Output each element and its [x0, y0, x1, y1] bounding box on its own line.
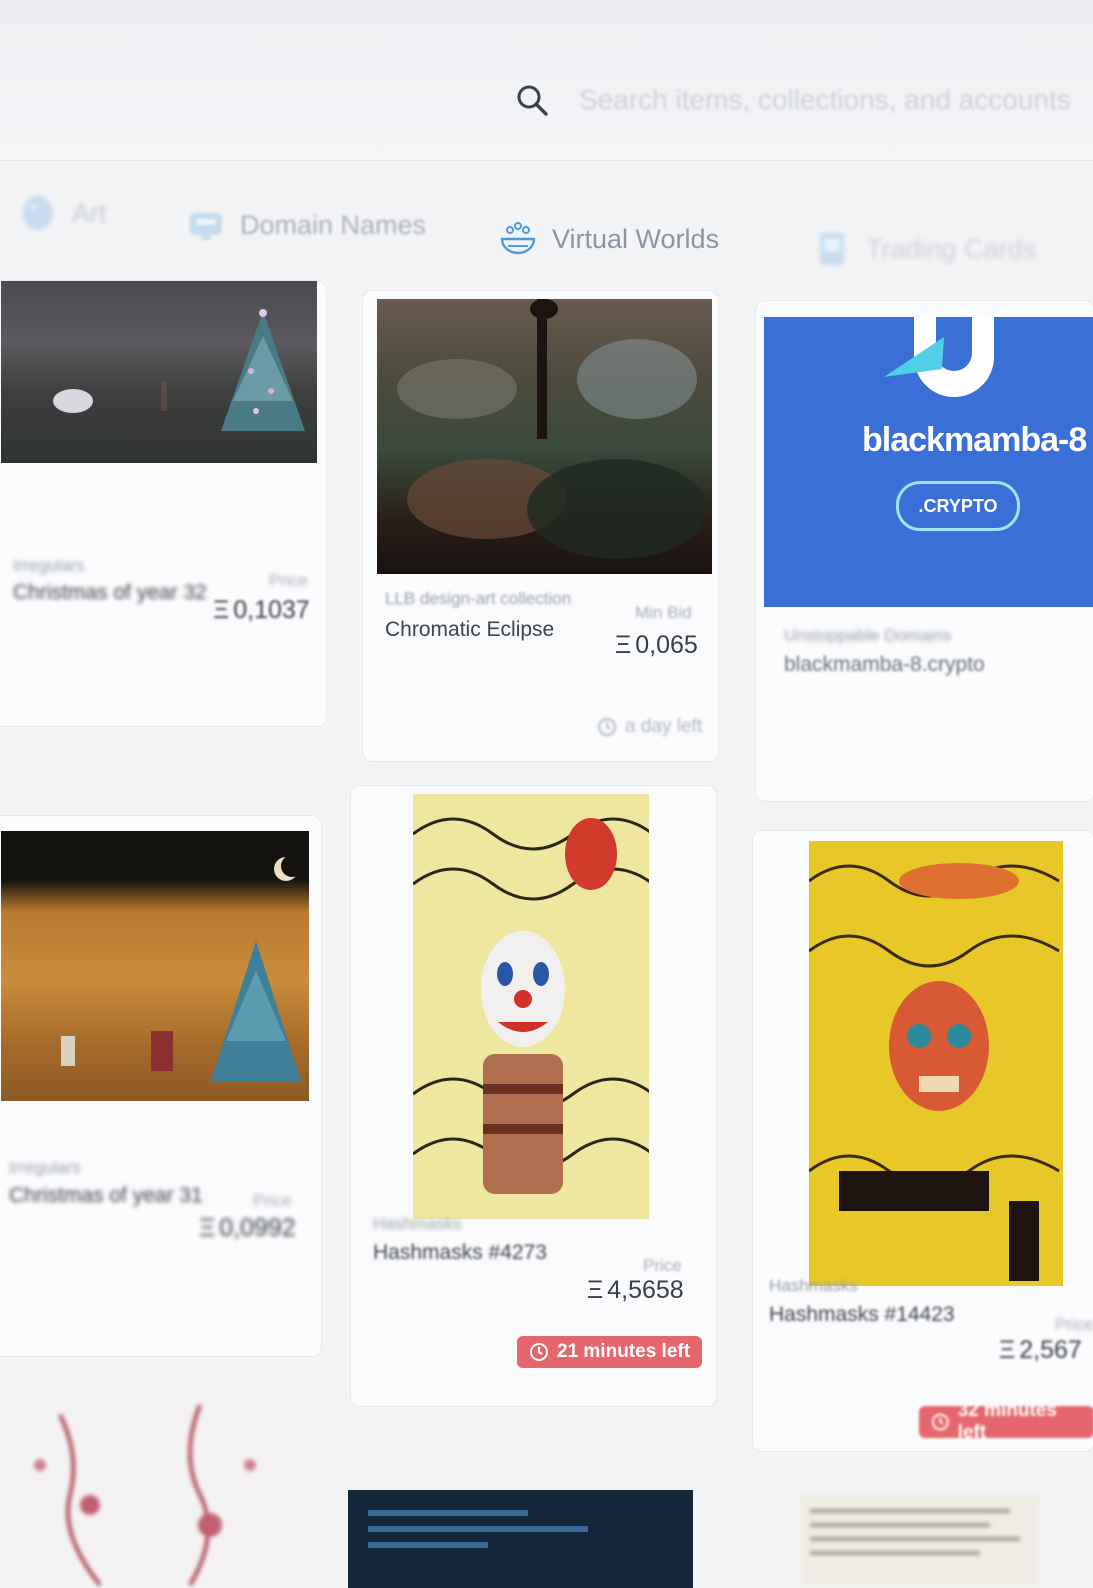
trading-cards-icon	[820, 233, 844, 265]
top-header	[0, 0, 1093, 161]
nft-thumbnail[interactable]	[800, 1495, 1040, 1588]
search-bar[interactable]	[515, 72, 1093, 128]
collection-name[interactable]: Hashmasks	[373, 1214, 462, 1234]
nft-thumbnail[interactable]	[413, 794, 649, 1219]
item-name[interactable]: Chromatic Eclipse	[385, 618, 554, 642]
domain-art-badge: .CRYPTO	[896, 481, 1020, 531]
eth-icon: Ξ	[199, 1214, 216, 1242]
collection-name[interactable]: Unstoppable Domains	[784, 626, 951, 646]
christmas-tree-icon	[53, 309, 305, 431]
virtual-worlds-icon	[500, 222, 536, 255]
price-label: Price	[253, 1191, 292, 1210]
domain-art-title: blackmamba-8	[862, 421, 1087, 459]
nft-card[interactable]: Hashmasks Hashmasks #14423 Price Ξ 2,567 …	[752, 830, 1093, 1452]
collection-name[interactable]: Irregulars	[13, 556, 85, 576]
nft-thumbnail[interactable]	[1, 831, 309, 1101]
clock-icon	[530, 1343, 548, 1361]
item-name[interactable]: Hashmasks #4273	[373, 1241, 547, 1265]
eth-icon: Ξ	[213, 596, 230, 624]
price-label: Price	[643, 1256, 682, 1275]
nft-thumbnail[interactable]	[377, 299, 712, 574]
clock-icon	[598, 718, 616, 736]
item-name[interactable]: Hashmasks #14423	[769, 1303, 955, 1327]
tab-art-label: Art	[72, 197, 107, 228]
christmas-tree-icon	[61, 855, 303, 1081]
auction-timer: a day left	[585, 711, 714, 743]
auction-timer: 21 minutes left	[517, 1336, 703, 1368]
category-nav: Art Domain Names Virtual Worlds Trading …	[0, 185, 1093, 275]
auction-timer: 32 minutes left	[919, 1400, 1093, 1443]
nft-card[interactable]: Irregulars Christmas of year 32 Price Ξ0…	[0, 280, 327, 727]
unstoppable-logo-icon	[884, 317, 994, 397]
tab-trading-cards-label: Trading Cards	[866, 233, 1037, 264]
nft-card[interactable]: Hashmasks Hashmasks #4273 Price Ξ 4,5658 …	[350, 785, 717, 1407]
document-art-icon	[810, 1509, 1020, 1555]
price-value: Ξ 4,5658	[587, 1276, 684, 1304]
clock-icon	[931, 1413, 949, 1431]
search-icon	[517, 85, 548, 116]
landscape-art-icon	[397, 299, 707, 559]
tab-domain-names-label: Domain Names	[240, 209, 427, 240]
item-name[interactable]: Christmas of year 32	[13, 581, 207, 605]
abstract-art-icon	[34, 1404, 256, 1587]
price-value: Ξ 0,065	[615, 631, 698, 659]
nft-thumbnail[interactable]	[348, 1490, 693, 1588]
nft-thumbnail[interactable]	[1, 281, 317, 463]
eth-icon: Ξ	[999, 1336, 1016, 1364]
collection-name[interactable]: Irregulars	[9, 1158, 81, 1178]
skull-mask-art-icon	[809, 863, 1060, 1281]
price-value: Ξ 0,0992	[199, 1214, 296, 1242]
item-name[interactable]: Christmas of year 31	[9, 1184, 203, 1208]
nft-thumbnail[interactable]: blackmamba-8 .CRYPTO	[764, 317, 1093, 607]
price-value: Ξ 2,567	[999, 1336, 1082, 1364]
eth-icon: Ξ	[615, 631, 632, 659]
search-input[interactable]	[577, 83, 1081, 117]
nft-thumbnail[interactable]	[0, 1375, 300, 1588]
price-label: Price	[269, 571, 308, 590]
tab-trading-cards[interactable]: Trading Cards	[812, 229, 1036, 269]
price-label: Price	[1055, 1315, 1093, 1334]
tab-virtual-worlds[interactable]: Virtual Worlds	[498, 219, 719, 259]
nft-card[interactable]: Irregulars Christmas of year 31 Price Ξ0…	[0, 815, 322, 1357]
domain-icon	[190, 213, 222, 240]
nft-card[interactable]: blackmamba-8 .CRYPTO Unstoppable Domains…	[755, 300, 1093, 802]
eth-icon: Ξ	[587, 1276, 604, 1304]
tab-virtual-worlds-label: Virtual Worlds	[552, 223, 720, 254]
nft-thumbnail[interactable]	[809, 841, 1063, 1286]
tab-art[interactable]: Art	[18, 193, 107, 233]
art-icon	[23, 196, 53, 230]
nft-card[interactable]: LLB design-art collection Chromatic Ecli…	[362, 290, 719, 762]
text-art-icon	[368, 1510, 588, 1548]
price-value: Ξ 0,1037	[213, 596, 310, 624]
collection-name[interactable]: LLB design-art collection	[385, 589, 571, 609]
item-name[interactable]: blackmamba-8.crypto	[784, 653, 985, 677]
tab-domain-names[interactable]: Domain Names	[186, 205, 426, 245]
price-label: Min Bid	[635, 603, 692, 622]
collection-name[interactable]: Hashmasks	[769, 1276, 858, 1296]
clown-mask-art-icon	[413, 817, 649, 1194]
